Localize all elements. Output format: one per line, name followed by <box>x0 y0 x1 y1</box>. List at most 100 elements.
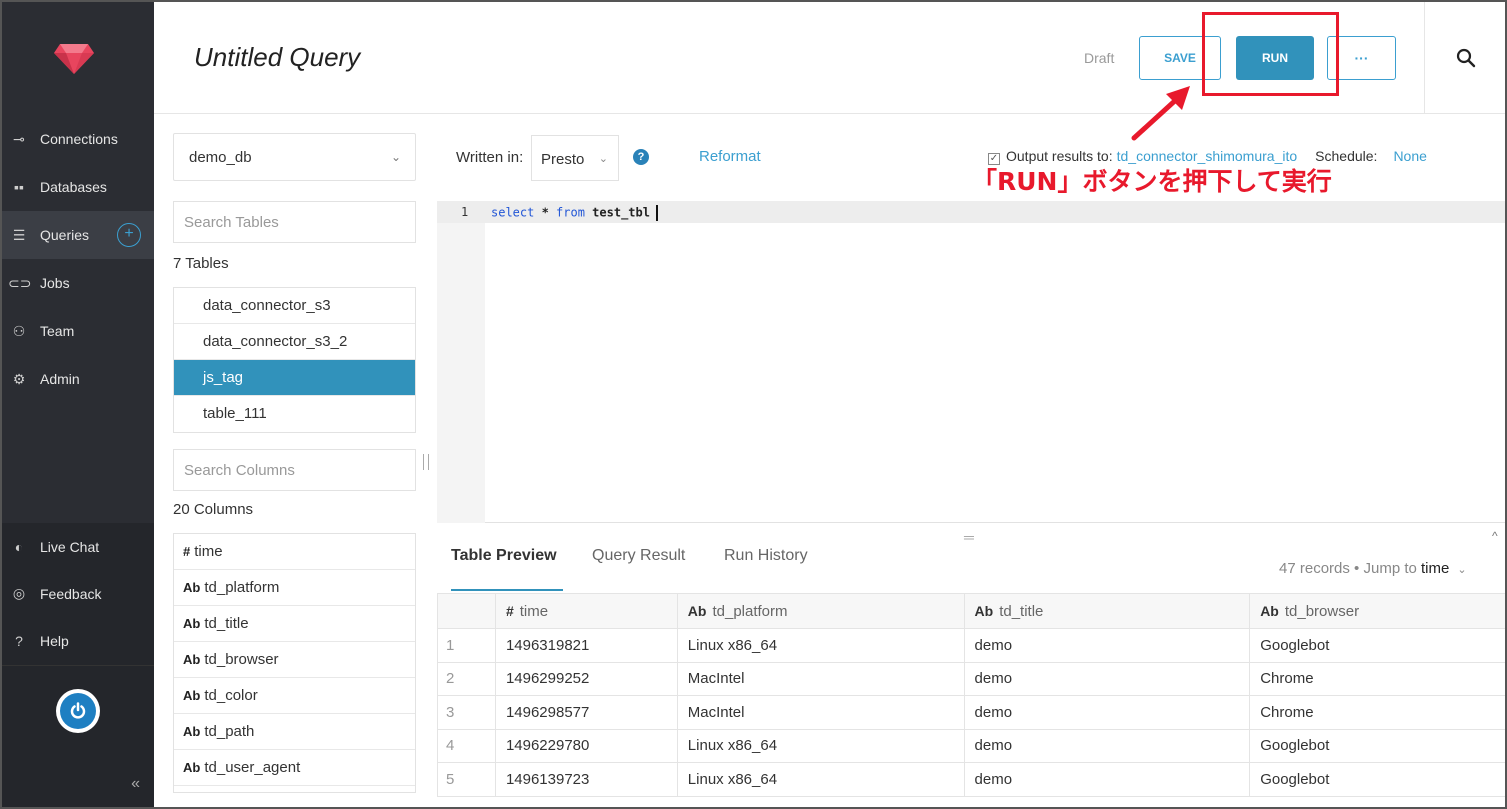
tab-table-preview[interactable]: Table Preview <box>451 547 557 565</box>
collapse-sidebar-button[interactable]: « <box>131 775 140 793</box>
table-cell: 1496319821 <box>494 628 678 663</box>
column-name: td_platform <box>712 602 788 620</box>
table-cell: Chrome <box>1249 695 1505 730</box>
tab-query-result[interactable]: Query Result <box>592 547 685 565</box>
code-line[interactable]: select * from test_tbl <box>491 205 658 221</box>
records-count: 47 records <box>1279 560 1350 577</box>
add-query-button[interactable]: + <box>117 223 141 247</box>
plug-icon: ⊸ <box>13 130 25 147</box>
tab-run-history[interactable]: Run History <box>724 547 808 565</box>
search-button[interactable] <box>1424 2 1505 114</box>
column-name: td_color <box>204 687 258 704</box>
column-header[interactable]: Ab td_title <box>963 593 1251 629</box>
search-icon <box>1456 48 1476 68</box>
chevron-down-icon: ⌄ <box>390 150 401 164</box>
gear-icon: ⚙ <box>12 370 26 387</box>
jobs-icon: ⊂⊃ <box>8 274 32 291</box>
column-name: td_browser <box>1284 602 1360 620</box>
code-keyword: from <box>556 205 585 220</box>
jump-to-select[interactable]: time <box>1421 560 1449 577</box>
row-index: 4 <box>437 728 496 763</box>
power-button[interactable] <box>56 689 100 733</box>
sidebar-item-label: Queries <box>40 227 90 243</box>
sidebar-item-help[interactable]: ? Help <box>2 617 154 664</box>
sidebar-item-admin[interactable]: ⚙ Admin <box>2 355 154 403</box>
question-icon[interactable]: ? <box>633 149 649 165</box>
engine-select[interactable]: Presto ⌄ <box>531 135 619 181</box>
engine-select-value: Presto <box>541 151 585 168</box>
table-cell: 1496298577 <box>494 695 678 730</box>
jump-to-label: Jump to <box>1363 560 1417 577</box>
column-item[interactable]: Ab td_path <box>174 714 415 750</box>
annotation-text: 「RUN」ボタンを押下して実行 <box>972 167 1332 196</box>
search-tables-input[interactable]: Search Tables <box>173 201 416 243</box>
reformat-link[interactable]: Reformat <box>699 148 761 165</box>
table-item-selected[interactable]: js_tag <box>174 360 415 396</box>
column-item[interactable]: Ab td_color <box>174 678 415 714</box>
table-row[interactable]: 4 1496229780 Linux x86_64 demo Googlebot <box>437 728 1505 763</box>
tables-count: 7 Tables <box>173 255 229 272</box>
schedule-link[interactable]: None <box>1393 148 1426 164</box>
database-select[interactable]: demo_db ⌄ <box>173 133 416 181</box>
table-cell: 1496229780 <box>494 728 678 763</box>
status-label: Draft <box>1084 50 1115 66</box>
feedback-icon: ◎ <box>12 585 26 601</box>
table-item[interactable]: data_connector_s3_2 <box>174 324 415 360</box>
sidebar-nav: ⊸ Connections ▪▪ Databases ☰ Queries + ⊂… <box>2 115 154 403</box>
page-title[interactable]: Untitled Query <box>194 42 360 73</box>
column-type: Ab <box>183 760 201 775</box>
sidebar-item-databases[interactable]: ▪▪ Databases <box>2 163 154 211</box>
row-index: 2 <box>437 661 496 696</box>
table-item[interactable]: data_connector_s3 <box>174 288 415 324</box>
column-header[interactable]: # time <box>494 593 678 629</box>
line-number: 1 <box>461 205 469 219</box>
results-table: # time Ab td_platform Ab td_title Ab td_brow… <box>437 593 1505 797</box>
logo-icon <box>54 44 94 74</box>
column-item[interactable]: Ab td_title <box>174 606 415 642</box>
column-name: td_platform <box>204 579 280 596</box>
column-type: Ab <box>183 580 201 595</box>
column-type: # <box>183 544 191 559</box>
index-header <box>437 593 496 629</box>
active-tab-indicator <box>451 589 563 591</box>
table-cell: Linux x86_64 <box>676 728 965 763</box>
row-index: 1 <box>437 628 496 663</box>
column-header[interactable]: Ab td_browser <box>1249 593 1505 629</box>
sidebar-item-live-chat[interactable]: ◐ Live Chat <box>2 523 154 570</box>
sidebar-item-connections[interactable]: ⊸ Connections <box>2 115 154 163</box>
column-item[interactable]: Ab td_platform <box>174 570 415 606</box>
sidebar-bottom: ◐ Live Chat ◎ Feedback ? Help « <box>2 523 154 807</box>
table-row[interactable]: 3 1496298577 MacIntel demo Chrome <box>437 695 1505 730</box>
search-columns-input[interactable]: Search Columns <box>173 449 416 491</box>
table-cell: Chrome <box>1249 661 1505 696</box>
column-type: Ab <box>974 602 994 619</box>
table-row[interactable]: 1 1496319821 Linux x86_64 demo Googlebot <box>437 628 1505 663</box>
column-type: Ab <box>183 688 201 703</box>
written-in-label: Written in: <box>456 149 524 166</box>
chevron-down-icon[interactable]: ⌄ <box>1457 564 1466 576</box>
table-item[interactable]: table_111 <box>174 396 415 432</box>
column-item[interactable]: Ab td_user_agent <box>174 750 415 786</box>
table-header-row: # time Ab td_platform Ab td_title Ab td_brow… <box>437 593 1505 629</box>
database-select-value: demo_db <box>189 149 252 166</box>
table-row[interactable]: 2 1496299252 MacIntel demo Chrome <box>437 661 1505 696</box>
code-editor[interactable]: 1 select * from test_tbl <box>437 201 1505 523</box>
sidebar-item-jobs[interactable]: ⊂⊃ Jobs <box>2 259 154 307</box>
separator: • <box>1354 560 1360 577</box>
chat-icon: ◐ <box>14 538 24 555</box>
table-cell: demo <box>963 628 1251 663</box>
table-row[interactable]: 5 1496139723 Linux x86_64 demo Googlebot <box>437 762 1505 797</box>
column-name: td_browser <box>204 651 279 668</box>
column-header[interactable]: Ab td_platform <box>676 593 965 629</box>
sidebar-item-team[interactable]: ⚇ Team <box>2 307 154 355</box>
column-item[interactable]: # time <box>174 534 415 570</box>
chevron-up-icon[interactable]: ^ <box>1492 529 1498 543</box>
panel-resize-handle[interactable] <box>423 454 429 470</box>
column-item[interactable]: Ab td_browser <box>174 642 415 678</box>
column-type: Ab <box>183 724 201 739</box>
row-index: 3 <box>437 695 496 730</box>
sidebar-item-queries[interactable]: ☰ Queries + <box>2 211 154 259</box>
sidebar-item-feedback[interactable]: ◎ Feedback <box>2 570 154 617</box>
column-name: td_title <box>999 602 1044 620</box>
table-cell: MacIntel <box>676 695 965 730</box>
